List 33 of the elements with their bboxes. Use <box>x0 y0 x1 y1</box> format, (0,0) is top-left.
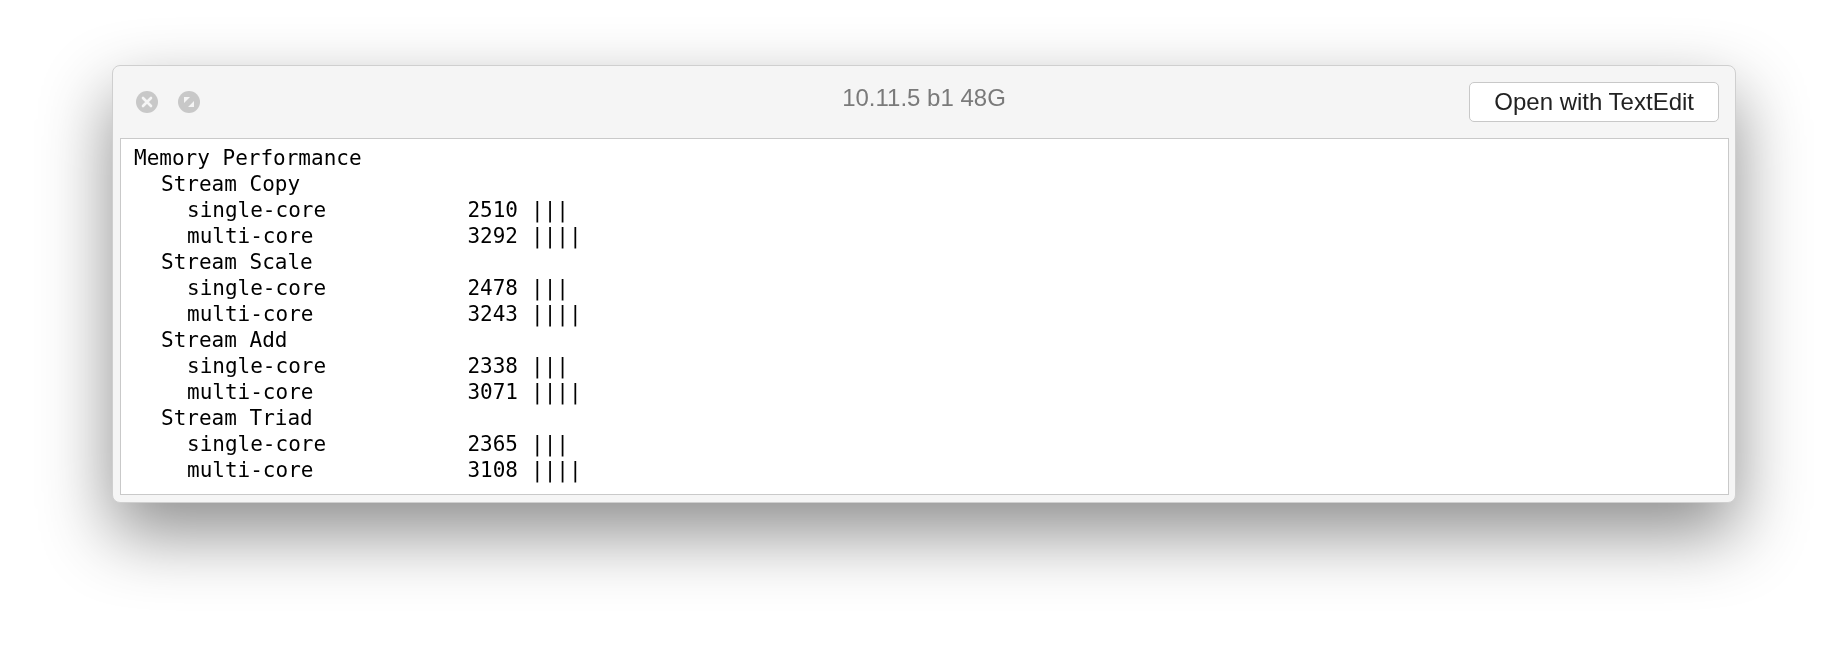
score-bars: |||| <box>531 379 582 405</box>
section-title: Stream Scale <box>161 249 313 275</box>
report-heading: Memory Performance <box>134 145 362 171</box>
metric-label: single-core <box>187 197 328 223</box>
fullscreen-icon[interactable] <box>177 90 201 114</box>
score-bars: |||| <box>531 457 582 483</box>
score-bars: ||| <box>531 275 569 301</box>
metric-value: 2510 <box>466 197 518 223</box>
metric-value: 3292 <box>466 223 518 249</box>
score-bars: ||| <box>531 197 569 223</box>
metric-value: 3108 <box>466 457 518 483</box>
section-title: Stream Triad <box>161 405 313 431</box>
metric-value: 2365 <box>466 431 518 457</box>
section-title: Stream Copy <box>161 171 301 197</box>
metric-label: multi-core <box>187 301 315 327</box>
metric-value: 3071 <box>466 379 518 405</box>
score-bars: ||| <box>531 353 569 379</box>
section-title: Stream Add <box>161 327 288 353</box>
close-icon[interactable] <box>135 90 159 114</box>
score-bars: ||| <box>531 431 569 457</box>
metric-value: 2478 <box>466 275 518 301</box>
metric-label: multi-core <box>187 457 315 483</box>
metric-label: multi-core <box>187 379 315 405</box>
metric-value: 2338 <box>466 353 518 379</box>
metric-label: single-core <box>187 275 328 301</box>
metric-value: 3243 <box>466 301 518 327</box>
metric-label: single-core <box>187 353 328 379</box>
metric-label: multi-core <box>187 223 315 249</box>
score-bars: |||| <box>531 301 582 327</box>
score-bars: |||| <box>531 223 582 249</box>
metric-label: single-core <box>187 431 328 457</box>
window-title: 10.11.5 b1 48G <box>842 84 1006 112</box>
open-button[interactable]: Open with TextEdit <box>1469 82 1719 122</box>
